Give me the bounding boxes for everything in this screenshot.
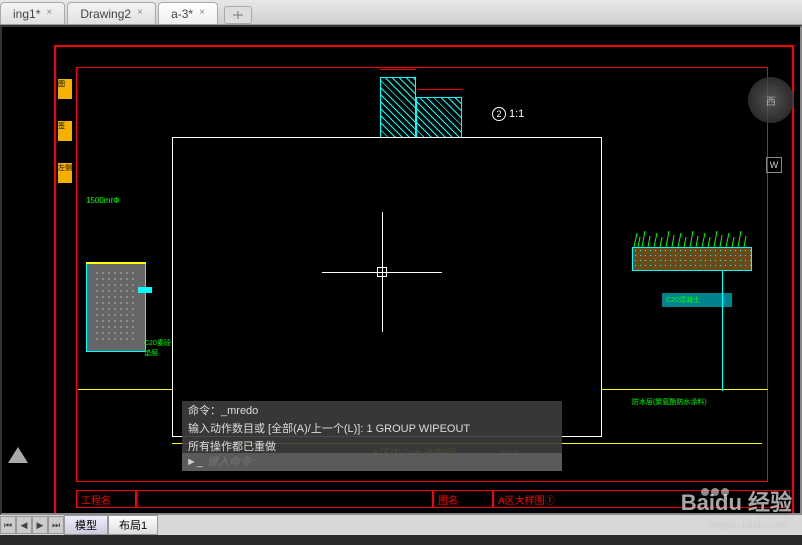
annotation-label: 1500mℓΦ <box>86 196 119 205</box>
close-icon[interactable]: × <box>199 7 211 19</box>
tab-label: Drawing2 <box>80 7 131 21</box>
cmd-history-line: 输入动作数目或 [全部(A)/上一个(L)]: 1 GROUP WIPEOUT <box>182 419 562 437</box>
watermark-text: Baidu 经验 <box>681 485 792 517</box>
tab-label: ing1* <box>13 7 40 21</box>
nav-next-button[interactable]: ▶ <box>32 516 48 534</box>
command-history: 命令：_mredo 输入动作数目或 [全部(A)/上一个(L)]: 1 GROU… <box>182 401 562 455</box>
section-marker <box>138 287 152 293</box>
wcs-toggle[interactable]: W <box>766 157 782 173</box>
nav-prev-button[interactable]: ◀ <box>16 516 32 534</box>
tab-drawing2[interactable]: Drawing2 × <box>67 2 156 24</box>
document-tab-bar: ing1* × Drawing2 × a-3* × <box>0 0 802 25</box>
detail-scale-label: 21:1 <box>492 107 524 121</box>
nav-last-button[interactable]: ⏭ <box>48 516 64 534</box>
hatched-rect <box>380 77 416 139</box>
aggregate-hatch <box>94 270 138 344</box>
drawing-name-label: 图名 <box>433 490 493 508</box>
status-bar <box>0 535 802 545</box>
cmd-prompt-icon: ►_ <box>186 456 203 468</box>
project-name-value <box>136 490 433 508</box>
legend-box: 图 <box>58 79 72 99</box>
annotation-label: C20混凝土 <box>666 295 700 305</box>
command-input[interactable] <box>207 456 558 468</box>
dimension-line <box>418 89 462 90</box>
dimension-line <box>380 69 416 70</box>
close-icon[interactable]: × <box>46 7 58 19</box>
plus-icon <box>232 10 244 20</box>
model-tab[interactable]: 模型 <box>64 515 108 535</box>
cmd-history-line: 命令：_mredo <box>182 401 562 419</box>
title-underline <box>602 443 762 444</box>
wall-line <box>722 271 723 391</box>
left-legend: 图 签 左侧 <box>58 79 74 183</box>
legend-box: 签 <box>58 121 72 141</box>
drawing-canvas[interactable]: 图 签 左侧 21:1 1500mℓΦ C20素砼垫层 C20混凝土 防水层(聚… <box>0 25 802 515</box>
tab-label: a-3* <box>171 7 193 21</box>
command-line[interactable]: ►_ <box>182 453 562 471</box>
close-icon[interactable]: × <box>137 7 149 19</box>
layout-tab-bar: ⏮ ◀ ▶ ⏭ 模型 布局1 <box>0 515 802 535</box>
annotation-label: 防水层(聚氨酯防水涂料) <box>632 397 707 407</box>
right-section-detail: C20混凝土 防水层(聚氨酯防水涂料) <box>602 197 762 397</box>
left-section-detail: 1500mℓΦ C20素砼垫层 <box>86 202 176 382</box>
watermark-url: jingyan.baidu.com <box>707 520 788 531</box>
grass-icon <box>632 227 752 247</box>
scale-text: 1:1 <box>509 108 524 120</box>
tab-ing1[interactable]: ing1* × <box>0 2 65 24</box>
new-tab-button[interactable] <box>224 6 252 24</box>
scale-number: 2 <box>492 107 506 121</box>
viewcube[interactable]: 西 <box>748 77 794 123</box>
layout1-tab[interactable]: 布局1 <box>108 515 158 535</box>
legend-box: 左侧 <box>58 163 72 183</box>
nav-first-button[interactable]: ⏮ <box>0 516 16 534</box>
tab-a3[interactable]: a-3* × <box>158 2 218 24</box>
ground-line <box>86 262 146 264</box>
hatched-rect <box>416 97 462 139</box>
selection-window <box>172 137 602 437</box>
viewcube-face: 西 <box>766 93 776 108</box>
soil-layer <box>632 247 752 271</box>
ucs-icon <box>8 447 38 477</box>
project-name-label: 工程名 <box>76 490 136 508</box>
